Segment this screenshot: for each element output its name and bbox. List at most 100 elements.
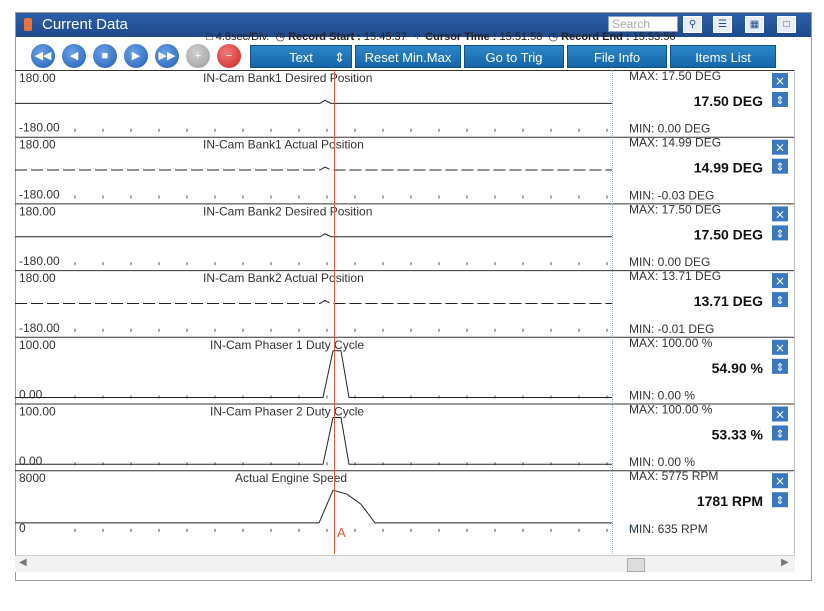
min-readout: MIN: 0.00 % [629,455,695,469]
record-start: 15:45:37 [363,31,407,43]
max-readout: MAX: 17.50 DEG [629,70,721,83]
panel-divider [612,70,613,554]
min-readout: MIN: 0.00 DEG [629,122,710,136]
record-info-bar: □ 4.8sec/Div. ◷ Record Start : 15:45:37 … [206,30,676,43]
max-readout: MAX: 13.71 DEG [629,269,721,283]
list-view-icon[interactable]: ☰ [713,16,732,33]
max-readout: MAX: 14.99 DEG [629,136,721,150]
display-mode-select[interactable]: Text ⇕ [250,45,352,68]
max-readout: MAX: 100.00 % [629,336,713,350]
channel-title: IN-Cam Bank1 Desired Position [203,71,372,85]
signal-trace [15,166,612,171]
signal-trace [15,299,612,304]
close-glyph: × [775,207,785,221]
display-mode-value: Text [289,50,313,65]
graph-panels: 180.00 -180.00 IN-Cam Bank1 Desired Positi… [15,70,795,536]
max-readout: MAX: 100.00 % [629,403,713,417]
max-readout: MAX: 5775 RPM [629,469,718,483]
battery-icon[interactable]: ▦ [745,16,764,33]
fast-forward-icon[interactable]: ▶▶ [155,44,179,68]
updown-glyph: ⇕ [775,428,784,441]
file-info-button[interactable]: File Info [567,45,667,68]
max-readout: MAX: 17.50 DEG [629,202,721,216]
close-glyph: × [775,274,785,288]
axis-top-label: 180.00 [19,271,56,285]
vertical-scrollbar[interactable] [794,70,795,554]
channel-title: IN-Cam Bank1 Actual Position [203,138,364,152]
rewind-icon[interactable]: ◀◀ [31,44,55,68]
current-value: 13.71 DEG [694,293,763,309]
close-glyph: × [775,141,785,155]
scroll-right-icon[interactable]: ▶ [781,557,789,568]
updown-glyph: ⇕ [775,161,784,174]
scroll-left-icon[interactable]: ◀ [19,557,27,568]
time-scale: 4.8sec/Div. [215,31,270,43]
current-value: 53.33 % [712,427,764,443]
signal-trace [15,489,612,524]
go-to-trig-button[interactable]: Go to Trig [464,45,564,68]
cursor-time: 15:51:58 [499,31,543,43]
current-value: 1781 RPM [697,493,763,509]
min-readout: MIN: 0.00 DEG [629,255,710,269]
items-list-button[interactable]: Items List [670,45,776,68]
cursor-time-icon: ⁘ [412,31,423,43]
axis-top-label: 180.00 [19,138,56,152]
end-clock-icon: ◷ [548,31,559,43]
updown-glyph: ⇕ [775,361,784,374]
stop-icon[interactable]: ■ [93,44,117,68]
play-icon[interactable]: ▶ [124,44,148,68]
cursor-marker: A [337,525,346,540]
horizontal-scrollbar[interactable]: ◀ ▶ [15,555,795,572]
zoom-out-icon[interactable]: − [217,44,241,68]
step-back-icon[interactable]: ◀ [62,44,86,68]
channel-title: IN-Cam Phaser 2 Duty Cycle [210,405,364,419]
signal-trace [15,350,612,398]
search-icon[interactable]: ⚲ [683,16,702,33]
cursor-handle-icon[interactable]: □ [629,523,634,533]
window-title: Current Data [42,16,128,33]
updown-icon: ⇕ [334,50,345,65]
current-value: 54.90 % [712,360,764,376]
axis-bottom-label: 0.00 [19,388,43,402]
current-value: 17.50 DEG [694,226,763,242]
scroll-thumb[interactable] [627,558,645,572]
time-scale-icon: □ [206,31,213,43]
zoom-in-icon[interactable]: + [186,44,210,68]
signal-trace [15,417,612,465]
updown-glyph: ⇕ [775,294,784,307]
channel-title: Actual Engine Speed [235,471,347,485]
cursor-line[interactable] [334,70,335,554]
axis-bottom-label: -180.00 [19,321,60,335]
record-end-label: Record End : [561,31,630,43]
axis-top-label: 100.00 [19,405,56,419]
window-restore-icon[interactable]: □ [777,16,796,33]
close-glyph: × [775,341,785,355]
document-icon [24,18,32,31]
current-value: 17.50 DEG [694,93,763,109]
axis-bottom-label: -180.00 [19,121,60,135]
close-glyph: × [775,474,785,488]
record-start-label: Record Start : [288,31,361,43]
close-glyph: × [775,74,785,88]
channel-title: IN-Cam Bank2 Desired Position [203,204,372,218]
axis-top-label: 180.00 [19,204,56,218]
min-readout: MIN: -0.03 DEG [629,188,714,202]
axis-bottom-label: -180.00 [19,254,60,268]
updown-glyph: ⇕ [775,94,784,107]
close-glyph: × [775,408,785,422]
updown-glyph: ⇕ [775,494,784,507]
reset-minmax-button[interactable]: Reset Min.Max [355,45,461,68]
axis-bottom-label: -180.00 [19,187,60,201]
record-end: 15:53:56 [632,31,676,43]
channel-title: IN-Cam Bank2 Actual Position [203,271,364,285]
axis-top-label: 180.00 [19,71,56,85]
min-readout: MIN: -0.01 DEG [629,322,714,336]
channel-title: IN-Cam Phaser 1 Duty Cycle [210,338,364,352]
signal-trace [15,233,612,238]
min-readout: MIN: 635 RPM [629,522,708,536]
axis-top-label: 8000 [19,471,46,485]
axis-top-label: 100.00 [19,338,56,352]
min-readout: MIN: 0.00 % [629,389,695,403]
signal-trace [15,99,612,104]
cursor-time-label: Cursor Time : [425,31,497,43]
